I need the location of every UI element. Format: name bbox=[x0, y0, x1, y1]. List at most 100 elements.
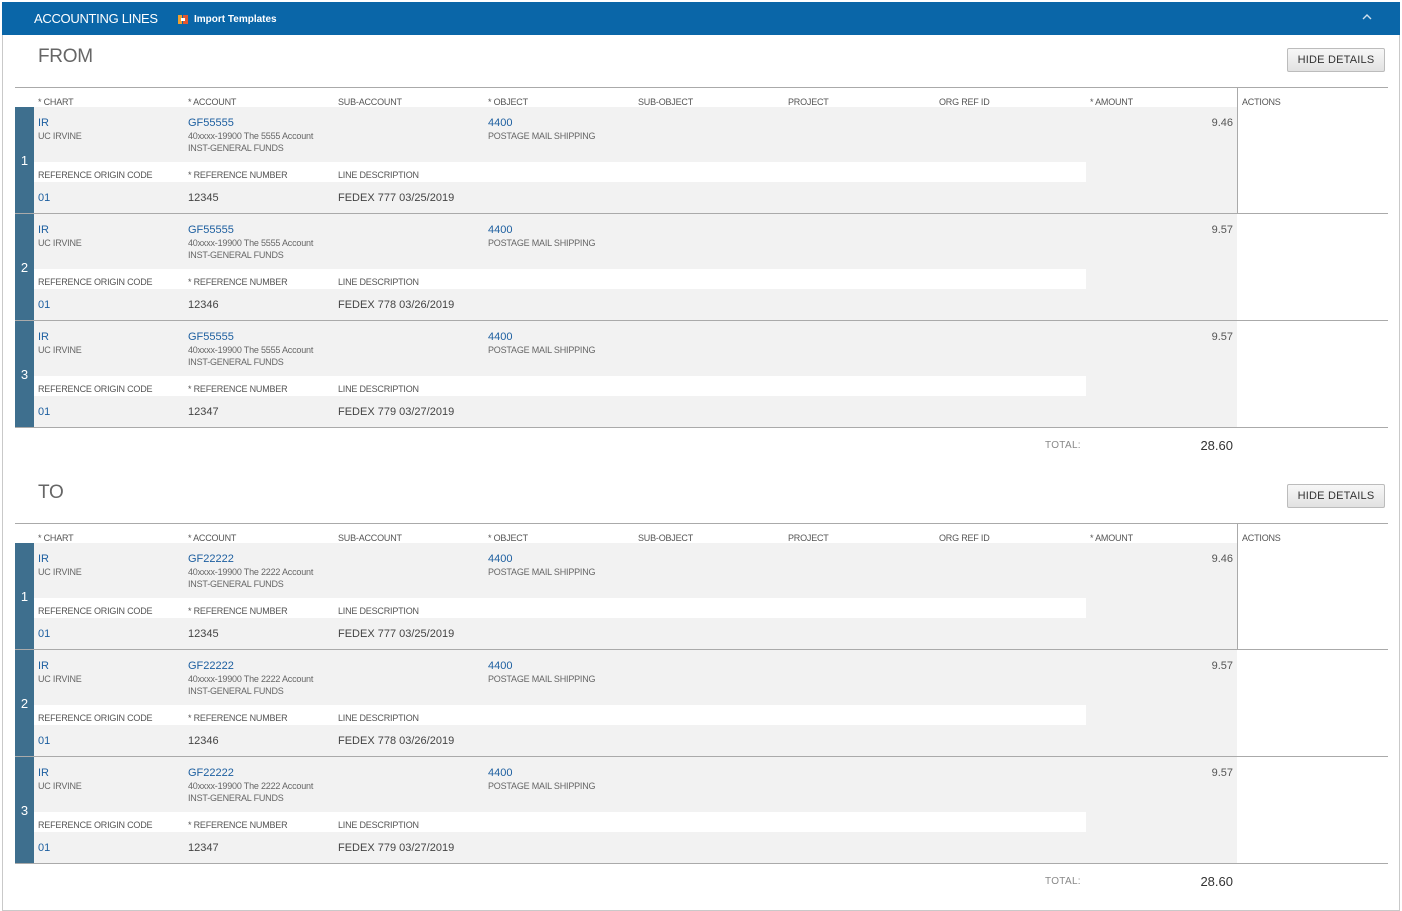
accounting-line-row: 2 IR UC IRVINE GF55555 40xxxx-19900 The … bbox=[15, 214, 1388, 321]
chart-code-link[interactable]: IR bbox=[38, 660, 49, 672]
chart-code-link[interactable]: IR bbox=[38, 767, 49, 779]
from-total-label: TOTAL: bbox=[1045, 440, 1081, 451]
column-header-actions: ACTIONS bbox=[1242, 533, 1281, 543]
row-band bbox=[1086, 598, 1237, 618]
ref-number-label: * REFERENCE NUMBER bbox=[188, 170, 288, 180]
column-header-org-ref-id: ORG REF ID bbox=[939, 97, 990, 107]
to-total-label: TOTAL: bbox=[1045, 876, 1081, 887]
column-header-account: * ACCOUNT bbox=[188, 533, 237, 543]
amount-value: 9.57 bbox=[1211, 224, 1233, 236]
object-description: POSTAGE MAIL SHIPPING bbox=[488, 131, 596, 141]
line-description-value: FEDEX 777 03/25/2019 bbox=[338, 192, 455, 204]
object-code-link[interactable]: 4400 bbox=[488, 224, 512, 236]
row-band bbox=[1086, 705, 1237, 725]
account-link[interactable]: GF55555 bbox=[188, 224, 234, 236]
column-header-account: * ACCOUNT bbox=[188, 97, 237, 107]
actions-divider bbox=[1237, 524, 1238, 544]
object-code-link[interactable]: 4400 bbox=[488, 331, 512, 343]
line-number: 3 bbox=[15, 757, 34, 863]
account-link[interactable]: GF55555 bbox=[188, 331, 234, 343]
object-code-link[interactable]: 4400 bbox=[488, 117, 512, 129]
column-header-sub-account: SUB-ACCOUNT bbox=[338, 533, 402, 543]
panel-title: ACCOUNTING LINES bbox=[34, 11, 158, 26]
object-description: POSTAGE MAIL SHIPPING bbox=[488, 345, 596, 355]
import-templates-label: Import Templates bbox=[194, 14, 277, 25]
line-description-label: LINE DESCRIPTION bbox=[338, 820, 419, 830]
ref-origin-code-link[interactable]: 01 bbox=[38, 628, 50, 640]
ref-number-label: * REFERENCE NUMBER bbox=[188, 277, 288, 287]
line-description-label: LINE DESCRIPTION bbox=[338, 606, 419, 616]
account-description: 40xxxx-19900 The 5555 Account bbox=[188, 238, 314, 248]
account-fund: INST-GENERAL FUNDS bbox=[188, 686, 284, 696]
accounting-line-row: 1 IR UC IRVINE GF55555 40xxxx-19900 The … bbox=[15, 107, 1388, 214]
account-link[interactable]: GF22222 bbox=[188, 767, 234, 779]
line-number: 1 bbox=[15, 543, 34, 649]
account-fund: INST-GENERAL FUNDS bbox=[188, 579, 284, 589]
from-accounting-table: * CHART * ACCOUNT SUB-ACCOUNT * OBJECT SUB-O… bbox=[15, 87, 1388, 428]
import-templates-link[interactable]: Import Templates bbox=[178, 14, 277, 25]
ref-origin-code-label: REFERENCE ORIGIN CODE bbox=[38, 713, 153, 723]
account-link[interactable]: GF22222 bbox=[188, 553, 234, 565]
chart-code-link[interactable]: IR bbox=[38, 117, 49, 129]
to-total-value: 28.60 bbox=[1200, 874, 1233, 889]
object-code-link[interactable]: 4400 bbox=[488, 553, 512, 565]
ref-number-value: 12345 bbox=[188, 192, 219, 204]
to-hide-details-button[interactable]: HIDE DETAILS bbox=[1287, 484, 1385, 508]
column-header-chart: * CHART bbox=[38, 97, 74, 107]
column-header-amount: * AMOUNT bbox=[1090, 533, 1133, 543]
column-header-object: * OBJECT bbox=[488, 533, 528, 543]
account-link[interactable]: GF55555 bbox=[188, 117, 234, 129]
line-description-value: FEDEX 779 03/27/2019 bbox=[338, 842, 455, 854]
account-link[interactable]: GF22222 bbox=[188, 660, 234, 672]
ref-origin-code-label: REFERENCE ORIGIN CODE bbox=[38, 820, 153, 830]
ref-origin-code-link[interactable]: 01 bbox=[38, 299, 50, 311]
to-accounting-table: * CHART * ACCOUNT SUB-ACCOUNT * OBJECT SUB-O… bbox=[15, 523, 1388, 864]
line-description-value: FEDEX 778 03/26/2019 bbox=[338, 735, 455, 747]
account-description: 40xxxx-19900 The 5555 Account bbox=[188, 345, 314, 355]
ref-number-value: 12346 bbox=[188, 735, 219, 747]
object-description: POSTAGE MAIL SHIPPING bbox=[488, 674, 596, 684]
object-code-link[interactable]: 4400 bbox=[488, 660, 512, 672]
ref-origin-code-link[interactable]: 01 bbox=[38, 842, 50, 854]
line-number: 1 bbox=[15, 107, 34, 213]
chart-code-link[interactable]: IR bbox=[38, 553, 49, 565]
ref-origin-code-link[interactable]: 01 bbox=[38, 406, 50, 418]
line-number: 2 bbox=[15, 214, 34, 320]
accounting-line-row: 2 IR UC IRVINE GF22222 40xxxx-19900 The … bbox=[15, 650, 1388, 757]
chevron-up-icon[interactable] bbox=[1360, 10, 1374, 24]
column-header-object: * OBJECT bbox=[488, 97, 528, 107]
chart-name: UC IRVINE bbox=[38, 781, 82, 791]
chart-name: UC IRVINE bbox=[38, 345, 82, 355]
amount-value: 9.57 bbox=[1211, 660, 1233, 672]
ref-origin-code-label: REFERENCE ORIGIN CODE bbox=[38, 277, 153, 287]
chart-name: UC IRVINE bbox=[38, 567, 82, 577]
object-code-link[interactable]: 4400 bbox=[488, 767, 512, 779]
object-description: POSTAGE MAIL SHIPPING bbox=[488, 567, 596, 577]
column-header-amount: * AMOUNT bbox=[1090, 97, 1133, 107]
ref-number-label: * REFERENCE NUMBER bbox=[188, 820, 288, 830]
row-band bbox=[1086, 162, 1237, 182]
accounting-line-row: 1 IR UC IRVINE GF22222 40xxxx-19900 The … bbox=[15, 543, 1388, 650]
chart-code-link[interactable]: IR bbox=[38, 331, 49, 343]
accounting-line-row: 3 IR UC IRVINE GF55555 40xxxx-19900 The … bbox=[15, 321, 1388, 428]
ref-number-value: 12347 bbox=[188, 406, 219, 418]
actions-divider bbox=[1237, 88, 1238, 108]
line-number: 3 bbox=[15, 321, 34, 427]
row-band bbox=[1086, 269, 1237, 289]
ref-origin-code-link[interactable]: 01 bbox=[38, 192, 50, 204]
from-hide-details-button[interactable]: HIDE DETAILS bbox=[1287, 48, 1385, 72]
ref-number-value: 12346 bbox=[188, 299, 219, 311]
accounting-line-row: 3 IR UC IRVINE GF22222 40xxxx-19900 The … bbox=[15, 757, 1388, 864]
chart-name: UC IRVINE bbox=[38, 131, 82, 141]
column-header-sub-object: SUB-OBJECT bbox=[638, 533, 694, 543]
column-header-actions: ACTIONS bbox=[1242, 97, 1281, 107]
ref-number-value: 12347 bbox=[188, 842, 219, 854]
line-description-value: FEDEX 777 03/25/2019 bbox=[338, 628, 455, 640]
chart-code-link[interactable]: IR bbox=[38, 224, 49, 236]
column-header-org-ref-id: ORG REF ID bbox=[939, 533, 990, 543]
import-icon bbox=[178, 15, 188, 24]
ref-origin-code-link[interactable]: 01 bbox=[38, 735, 50, 747]
account-fund: INST-GENERAL FUNDS bbox=[188, 250, 284, 260]
account-fund: INST-GENERAL FUNDS bbox=[188, 357, 284, 367]
ref-number-label: * REFERENCE NUMBER bbox=[188, 606, 288, 616]
